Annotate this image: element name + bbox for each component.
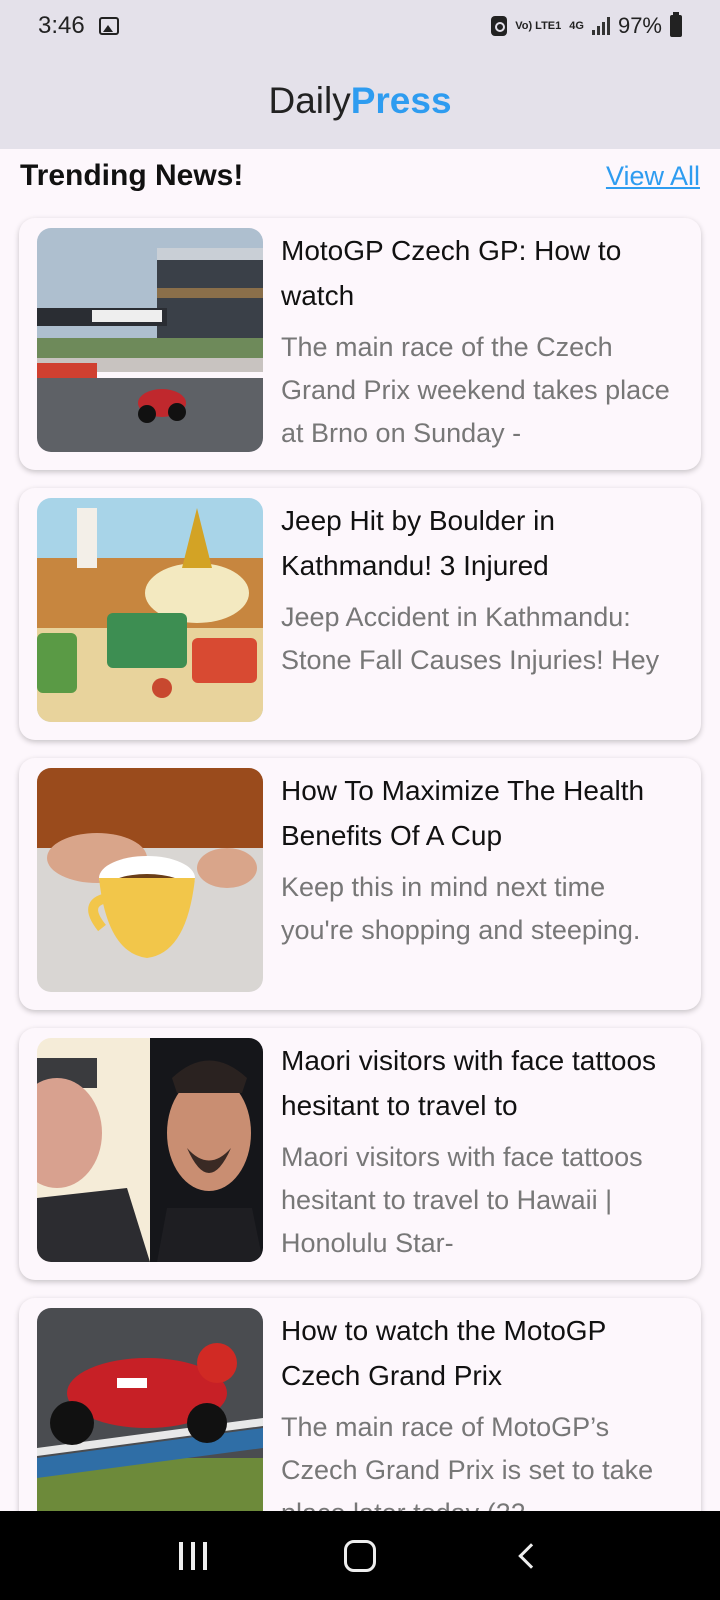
news-thumbnail (37, 498, 263, 722)
recents-button[interactable] (163, 1531, 223, 1581)
news-thumbnail (37, 1038, 263, 1262)
news-title: MotoGP Czech GP: How to watch (281, 235, 622, 311)
back-icon (517, 1542, 544, 1569)
news-title: How To Maximize The Health Benefits Of A… (281, 775, 645, 851)
battery-percent: 97% (617, 13, 662, 38)
system-nav-bar (0, 1511, 720, 1600)
gallery-notification-icon (98, 17, 119, 35)
news-thumbnail (37, 1308, 263, 1532)
news-feed: MotoGP Czech GP: How to watch The main r… (19, 218, 701, 1568)
network-type-label: 4G (569, 19, 584, 32)
app-title: DailyPress (268, 80, 451, 122)
data-saver-icon (491, 16, 508, 36)
home-button[interactable] (330, 1531, 390, 1581)
tea-cup-photo (37, 768, 263, 992)
status-time: 3:46 (38, 12, 85, 39)
kathmandu-illustration (37, 498, 263, 722)
news-card[interactable]: Jeep Hit by Boulder in Kathmandu! 3 Inju… (19, 488, 701, 740)
home-icon (343, 1539, 376, 1572)
news-thumbnail (37, 768, 263, 992)
motogp-rider-photo (37, 1308, 263, 1532)
news-summary: Maori visitors with face tattoos hesitan… (281, 1142, 643, 1258)
news-summary: Jeep Accident in Kathmandu: Stone Fall C… (281, 602, 660, 675)
section-title: Trending News! (20, 159, 244, 192)
news-summary: The main race of the Czech Grand Prix we… (281, 332, 670, 448)
status-bar: 3:46 Vo) LTE1 4G 97% (0, 0, 720, 52)
news-title: Maori visitors with face tattoos hesitan… (281, 1045, 657, 1121)
news-thumbnail (37, 228, 263, 452)
app-title-part2: Press (350, 79, 452, 121)
news-title: Jeep Hit by Boulder in Kathmandu! 3 Inju… (281, 505, 555, 581)
app-bar: DailyPress (0, 52, 720, 149)
news-card[interactable]: How To Maximize The Health Benefits Of A… (19, 758, 701, 1010)
motorbike-race-photo (37, 228, 263, 452)
view-all-link[interactable]: View All (606, 161, 700, 192)
face-tattoo-portraits (37, 1038, 263, 1262)
news-card[interactable]: MotoGP Czech GP: How to watch The main r… (19, 218, 701, 470)
app-title-part1: Daily (268, 79, 351, 121)
news-card[interactable]: Maori visitors with face tattoos hesitan… (19, 1028, 701, 1280)
trending-header: Trending News! View All (20, 152, 700, 200)
back-button[interactable] (497, 1531, 557, 1581)
battery-icon (670, 12, 682, 37)
news-summary: Keep this in mind next time you're shopp… (281, 872, 641, 945)
volte-label: Vo) LTE1 (515, 19, 562, 32)
news-title: How to watch the MotoGP Czech Grand Prix (281, 1315, 606, 1391)
signal-strength-icon (591, 17, 610, 35)
recents-icon (179, 1541, 208, 1570)
